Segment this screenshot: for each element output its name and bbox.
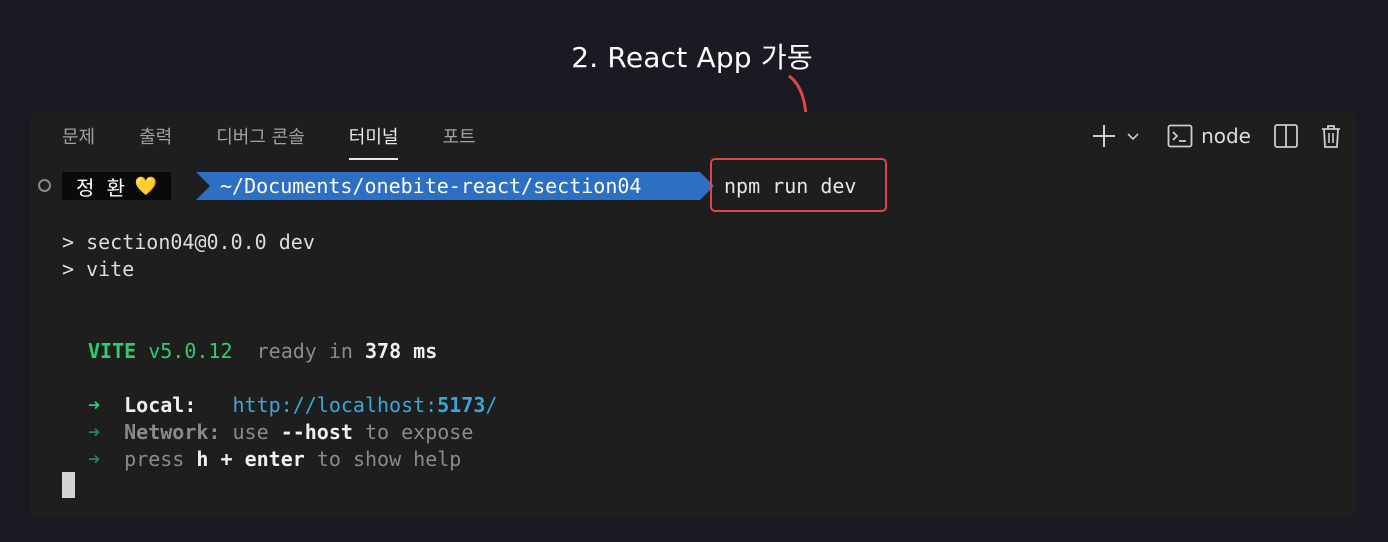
terminal-toolbar: node <box>1091 112 1343 160</box>
network-flag: --host <box>280 420 353 444</box>
tab-problems[interactable]: 문제 <box>62 112 95 160</box>
vite-name: VITE <box>88 339 137 363</box>
prompt-command: npm run dev <box>724 174 857 198</box>
tab-ports[interactable]: 포트 <box>442 112 475 160</box>
network-rest: to expose <box>364 420 474 444</box>
ready-unit: ms <box>413 339 438 363</box>
network-use: use <box>232 420 269 444</box>
local-url-suffix[interactable]: / <box>485 393 497 417</box>
prompt-user-segment: 정 환 💛 <box>62 172 172 200</box>
local-label: Local: <box>124 393 197 417</box>
chevron-down-icon <box>1127 133 1139 141</box>
annotation-caption: 2. React App 가동 <box>571 41 813 74</box>
local-url-prefix[interactable]: http://localhost: <box>233 393 438 417</box>
kill-terminal-button[interactable] <box>1319 123 1343 149</box>
local-port[interactable]: 5173 <box>437 393 485 417</box>
heart-icon: 💛 <box>134 175 158 197</box>
terminal-dropdown-button[interactable] <box>1125 128 1141 144</box>
vite-ready-line: VITE v5.0.12 ready in 378 ms <box>88 339 437 363</box>
prompt-line: 정 환 💛 ~/Documents/onebite-react/section0… <box>30 158 1355 212</box>
panel-tabs: 문제 출력 디버그 콘솔 터미널 포트 <box>62 112 520 160</box>
terminal-instance-label: node <box>1201 124 1251 148</box>
ready-text: ready in <box>256 339 353 363</box>
arrow-icon: ➜ <box>88 393 101 417</box>
local-url-line: ➜ Local: http://localhost:5173/ <box>88 393 497 417</box>
vite-version: v5.0.12 <box>148 339 233 363</box>
tab-debug-console[interactable]: 디버그 콘솔 <box>216 112 305 160</box>
arrow-icon: ➜ <box>88 420 101 444</box>
trash-icon <box>1322 125 1340 148</box>
help-press: press <box>124 447 185 471</box>
tab-output[interactable]: 출력 <box>139 112 172 160</box>
plus-icon <box>1093 125 1116 147</box>
help-rest: to show help <box>316 447 462 471</box>
network-label: Network: <box>124 420 221 444</box>
tab-terminal[interactable]: 터미널 <box>348 112 398 160</box>
split-icon <box>1274 124 1298 148</box>
arrow-icon: ➜ <box>88 447 101 471</box>
prompt-path-segment: ~/Documents/onebite-react/section04 <box>196 172 714 200</box>
new-terminal-button[interactable] <box>1091 123 1117 149</box>
prompt-path: ~/Documents/onebite-react/section04 <box>220 174 642 198</box>
terminal-cursor <box>62 472 75 498</box>
terminal-instance-button[interactable]: node <box>1167 123 1251 149</box>
network-line: ➜ Network: use --host to expose <box>88 420 473 444</box>
terminal-panel: 문제 출력 디버그 콘솔 터미널 포트 node 정 환 💛 ~/Documen… <box>30 112 1355 517</box>
help-line: ➜ press h + enter to show help <box>88 447 461 471</box>
terminal-content[interactable]: 정 환 💛 ~/Documents/onebite-react/section0… <box>30 158 1355 517</box>
terminal-icon <box>1167 124 1193 148</box>
help-keys: h + enter <box>196 447 305 471</box>
output-line-1: > section04@0.0.0 dev <box>62 230 315 254</box>
split-terminal-button[interactable] <box>1273 123 1299 149</box>
output-line-2: > vite <box>62 257 135 281</box>
prompt-user: 정 환 <box>76 175 125 200</box>
ready-time: 378 <box>364 339 402 363</box>
status-circle-icon <box>38 179 51 192</box>
